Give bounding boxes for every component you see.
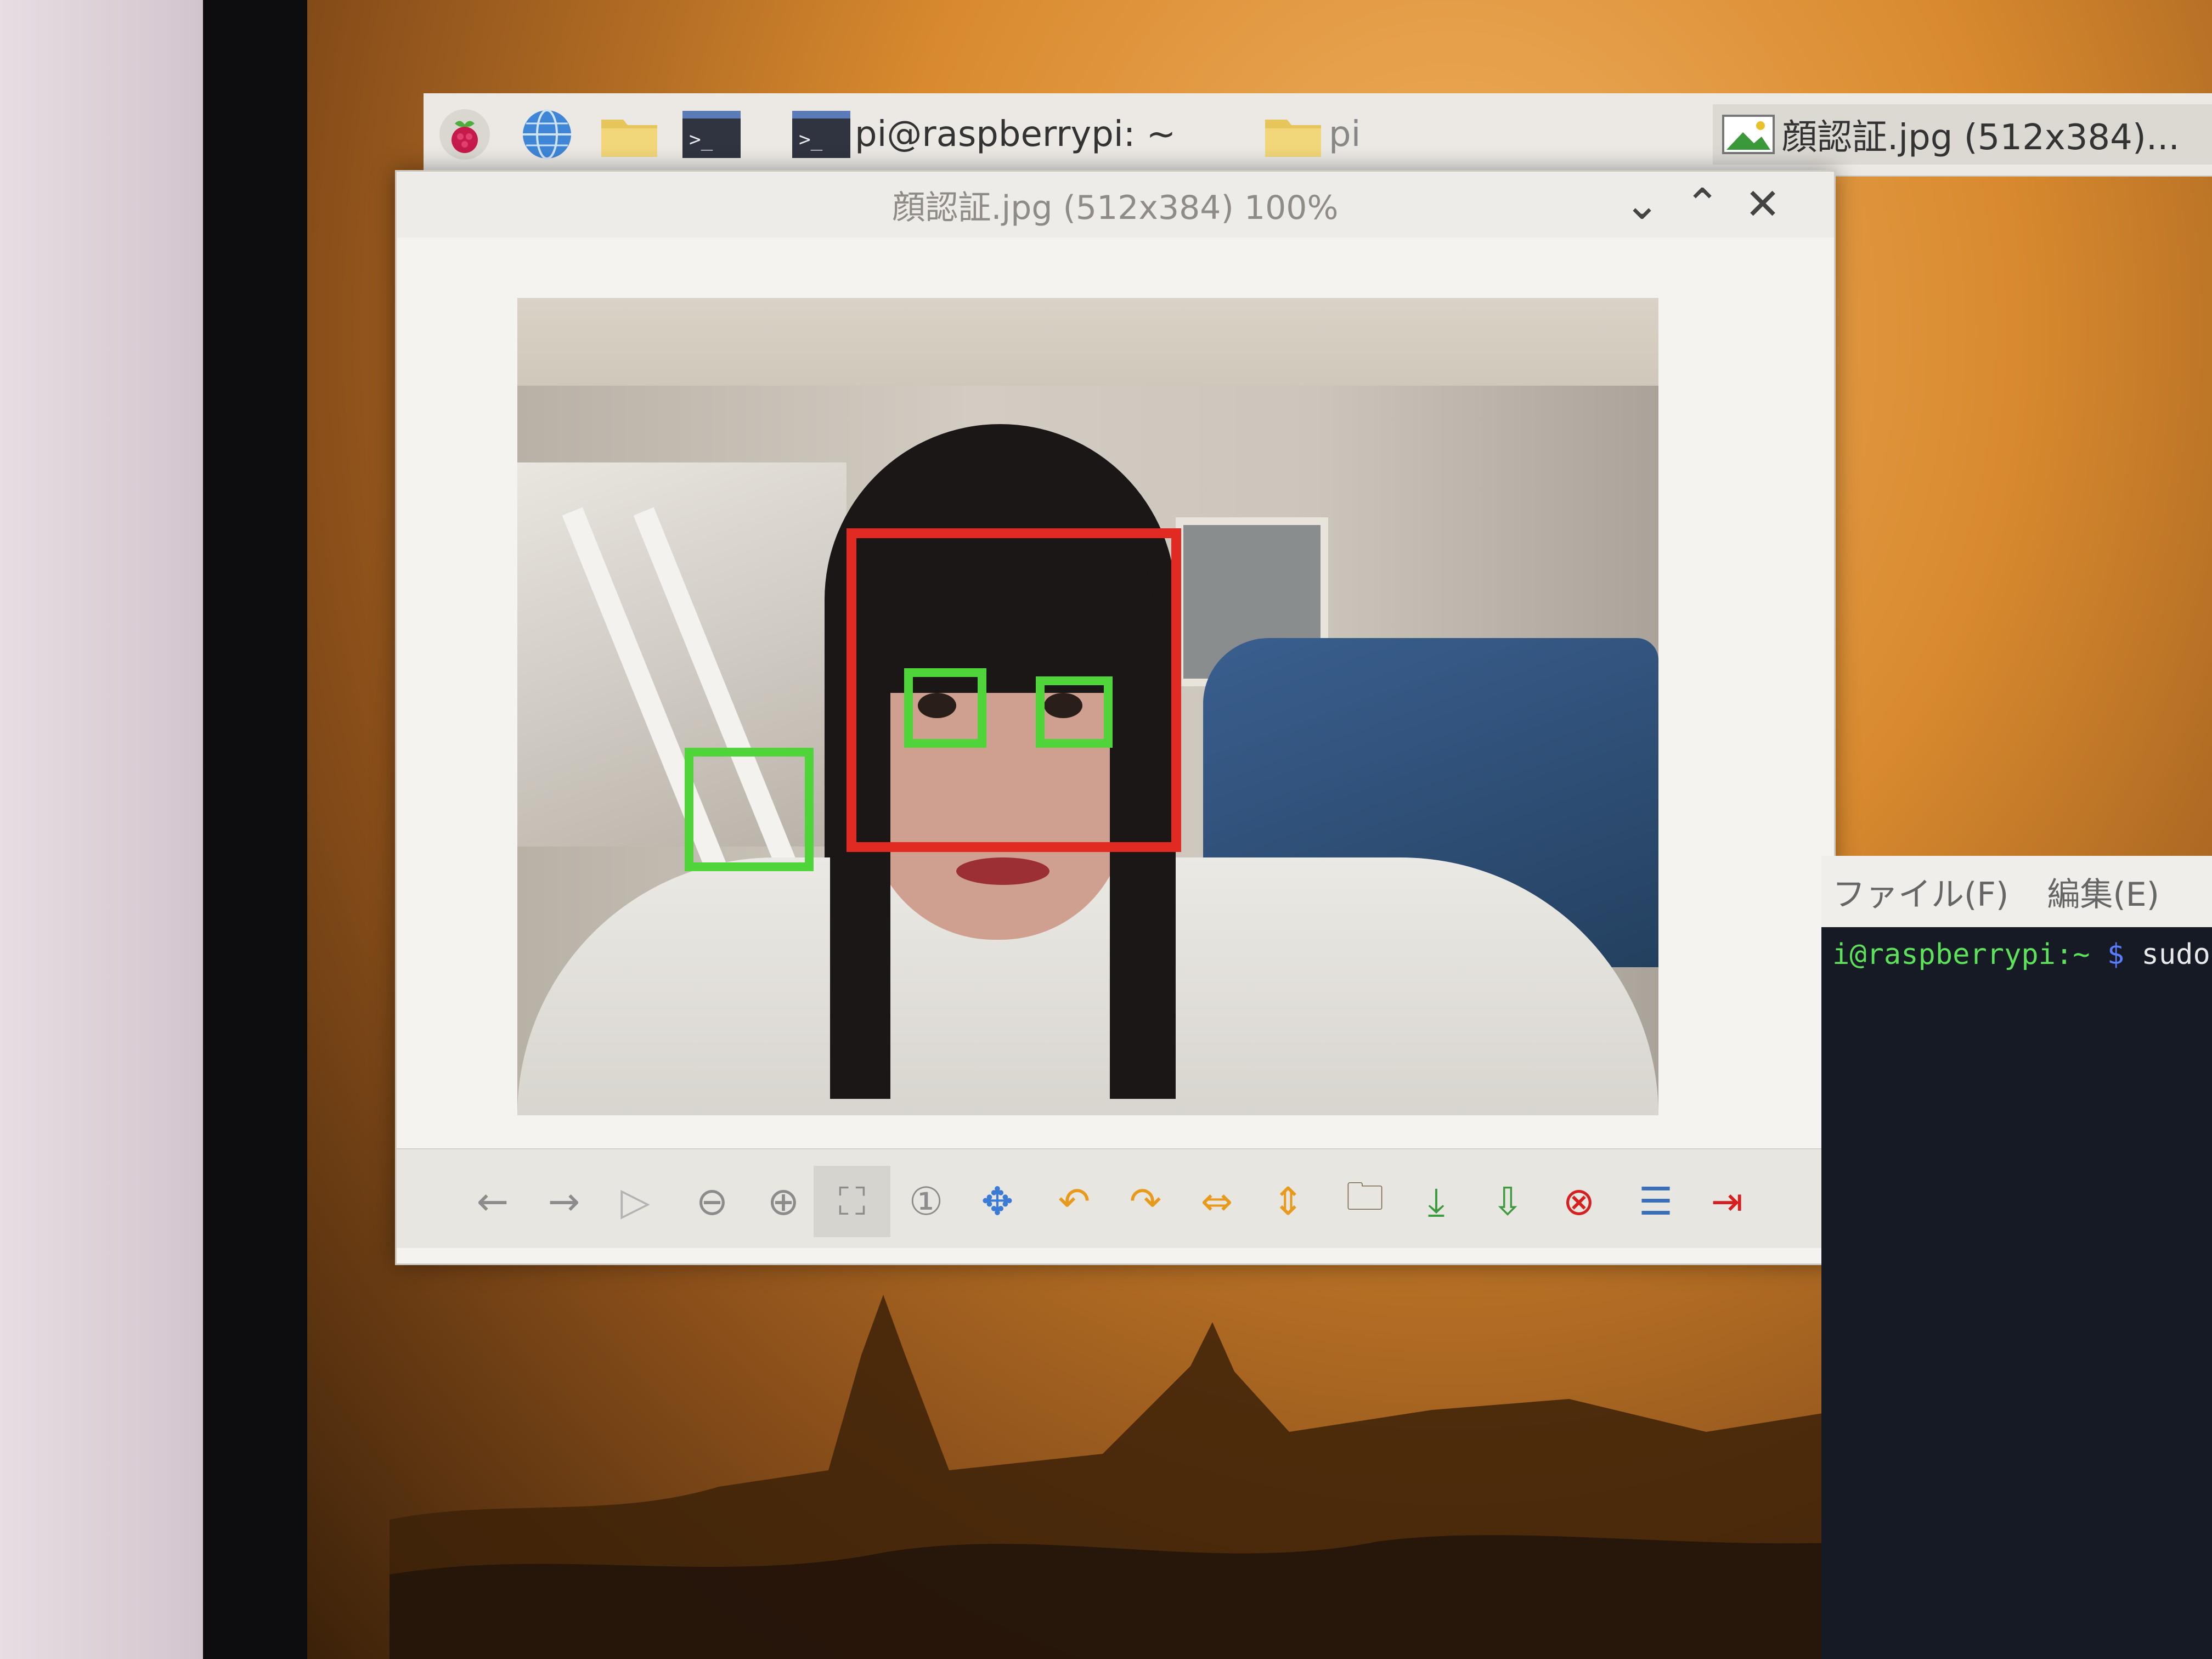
zoom-in-button[interactable]: ⊕ [753, 1171, 814, 1232]
delete-button[interactable]: ⊗ [1549, 1171, 1609, 1232]
move-arrows-icon: ✥ [981, 1179, 1014, 1224]
previous-button[interactable]: ← [462, 1171, 523, 1232]
fit-window-button[interactable]: ⛶ [814, 1166, 890, 1237]
task-image-viewer-label: 顔認証.jpg (512x384)... [1782, 117, 2180, 158]
preferences-button[interactable]: ☰ [1626, 1171, 1686, 1232]
eye-detection-box [904, 668, 986, 748]
task-terminal-label: pi@raspberrypi: ~ [855, 114, 1176, 155]
folder-icon [1263, 104, 1323, 165]
globe-icon [517, 104, 577, 165]
displayed-image [517, 298, 1658, 1115]
save-button[interactable]: ⤓ [1406, 1171, 1466, 1232]
arrow-right-icon: → [548, 1179, 580, 1224]
rotate-left-button[interactable]: ↶ [1044, 1171, 1104, 1232]
terminal-icon: >_ [681, 104, 742, 165]
viewer-title: 顔認証.jpg (512x384) 100% [892, 188, 1339, 227]
viewer-toolbar: ← → ▷ ⊖ ⊕ ⛶ ① ✥ ↶ ↷ ⇔ ⇕ 🗀 ⤓ ⇩ ⊗ ☰ ⇥ [397, 1148, 1834, 1248]
raspberry-icon [435, 104, 495, 165]
folder-icon [599, 104, 659, 165]
quit-button[interactable]: ⇥ [1697, 1171, 1757, 1232]
task-image-viewer[interactable]: 顔認証.jpg (512x384)... [1713, 104, 2212, 165]
task-file-manager[interactable]: pi [1263, 104, 1361, 165]
flip-horizontal-button[interactable]: ⇔ [1187, 1171, 1247, 1232]
terminal-window[interactable]: i@raspberrypi:~ $ sudo [1821, 927, 2212, 1659]
delete-icon: ⊗ [1562, 1179, 1595, 1224]
eye-detection-box [1036, 676, 1113, 748]
terminal-icon: >_ [791, 104, 851, 165]
rotate-right-button[interactable]: ↷ [1115, 1171, 1176, 1232]
chevron-up-icon: ⌃ [1684, 180, 1720, 229]
lips [956, 857, 1049, 885]
slideshow-button[interactable]: ▷ [605, 1171, 665, 1232]
flip-horizontal-icon: ⇔ [1200, 1179, 1233, 1224]
zoom-out-button[interactable]: ⊖ [682, 1171, 742, 1232]
original-size-icon: ① [909, 1179, 944, 1224]
save-icon: ⤓ [1427, 1178, 1445, 1224]
wallpaper-pagoda-silhouette [390, 1295, 1980, 1659]
zoom-in-icon: ⊕ [767, 1179, 800, 1224]
close-icon: ✕ [1745, 180, 1781, 229]
prompt-symbol: $ [2107, 938, 2125, 971]
terminal-prompt-line: i@raspberrypi:~ $ sudo [1832, 938, 2210, 971]
arrow-left-icon: ← [476, 1179, 509, 1224]
preferences-icon: ☰ [1638, 1179, 1673, 1224]
fullscreen-button[interactable]: ✥ [967, 1171, 1028, 1232]
menu-edit[interactable]: 編集(E) [2047, 868, 2159, 916]
close-button[interactable]: ✕ [1735, 177, 1790, 232]
minimize-button[interactable]: ⌄ [1615, 177, 1669, 232]
exit-icon: ⇥ [1711, 1179, 1743, 1224]
rotate-left-icon: ↶ [1058, 1179, 1091, 1224]
rotate-right-icon: ↷ [1129, 1179, 1162, 1224]
open-folder-icon: 🗀 [1346, 1173, 1384, 1219]
terminal-menubar: ファイル(F) 編集(E) [1821, 856, 2212, 927]
original-size-button[interactable]: ① [896, 1171, 956, 1232]
open-file-button[interactable]: 🗀 [1335, 1171, 1395, 1232]
task-terminal[interactable]: >_ pi@raspberrypi: ~ [791, 104, 1176, 165]
next-button[interactable]: → [534, 1171, 594, 1232]
task-file-manager-label: pi [1329, 114, 1361, 155]
terminal-launcher[interactable]: >_ [681, 104, 742, 165]
svg-text:>_: >_ [689, 128, 713, 151]
menu-button[interactable] [435, 104, 495, 165]
flip-vertical-button[interactable]: ⇕ [1258, 1171, 1318, 1232]
menu-file[interactable]: ファイル(F) [1832, 868, 2008, 916]
prompt-user: i@raspberrypi:~ [1832, 938, 2090, 971]
face-detection-box [847, 528, 1181, 852]
save-as-button[interactable]: ⇩ [1477, 1171, 1538, 1232]
chevron-down-icon: ⌄ [1624, 180, 1660, 229]
maximize-button[interactable]: ⌃ [1675, 177, 1730, 232]
browser-launcher[interactable] [517, 104, 577, 165]
image-icon [1718, 104, 1779, 165]
zoom-out-icon: ⊖ [696, 1179, 729, 1224]
false-positive-eye-box [685, 748, 814, 871]
terminal-command: sudo [2141, 938, 2210, 971]
image-viewer-window: 顔認証.jpg (512x384) 100% ⌄ ⌃ ✕ ← → ▷ ⊖ ⊕ ⛶… [395, 170, 1836, 1265]
play-icon: ▷ [620, 1179, 650, 1224]
svg-text:>_: >_ [799, 128, 823, 151]
flip-vertical-icon: ⇕ [1272, 1179, 1305, 1224]
files-launcher[interactable] [599, 104, 659, 165]
monitor-screen: >_ >_ pi@raspberrypi: ~ pi 顔認証.jpg (512x… [307, 0, 2212, 1659]
save-as-icon: ⇩ [1491, 1179, 1524, 1224]
viewer-titlebar[interactable]: 顔認証.jpg (512x384) 100% ⌄ ⌃ ✕ [397, 172, 1834, 238]
taskbar: >_ >_ pi@raspberrypi: ~ pi 顔認証.jpg (512x… [424, 93, 2212, 177]
fit-window-icon: ⛶ [838, 1178, 866, 1224]
